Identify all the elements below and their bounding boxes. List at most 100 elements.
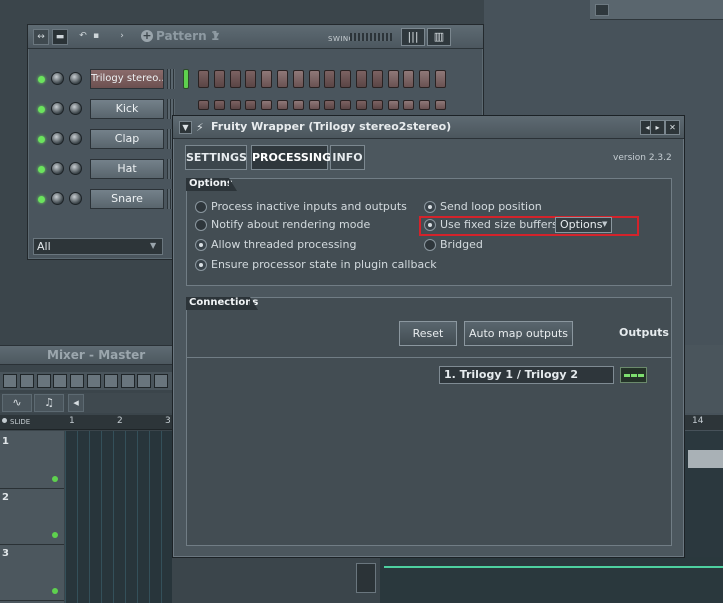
- option-radio[interactable]: [195, 219, 207, 231]
- channel-pan-knob[interactable]: [69, 192, 82, 205]
- move-icon[interactable]: ↔: [33, 29, 49, 45]
- audio-view-tab[interactable]: ♫: [34, 394, 64, 412]
- step-button[interactable]: [198, 100, 209, 110]
- channel-volume-knob[interactable]: [51, 72, 64, 85]
- option-label[interactable]: Allow threaded processing: [211, 238, 356, 251]
- step-button[interactable]: [387, 100, 399, 110]
- step-button[interactable]: [213, 100, 225, 110]
- step-button[interactable]: [277, 100, 288, 110]
- channel-pan-knob[interactable]: [69, 72, 82, 85]
- playlist-tool-icon[interactable]: [103, 374, 118, 388]
- step-button[interactable]: [435, 70, 446, 88]
- play-pattern-icon[interactable]: ›: [114, 29, 130, 45]
- playlist-tool-icon[interactable]: [87, 374, 101, 388]
- next-plugin-icon[interactable]: ▸: [650, 120, 665, 135]
- option-radio[interactable]: [195, 239, 207, 251]
- channel-volume-knob[interactable]: [51, 162, 64, 175]
- step-button[interactable]: [261, 70, 273, 88]
- step-button[interactable]: [198, 70, 209, 88]
- dialog-menu-icon[interactable]: ▼: [179, 121, 192, 134]
- step-button[interactable]: [435, 100, 446, 110]
- step-button[interactable]: [419, 100, 431, 110]
- channel-button[interactable]: Kick: [90, 99, 164, 119]
- tab-info[interactable]: INFO: [330, 145, 365, 170]
- step-button[interactable]: [292, 100, 304, 110]
- playlist-tool-icon[interactable]: [53, 374, 68, 388]
- mixer-track-icon[interactable]: [620, 367, 647, 383]
- close-icon[interactable]: ✕: [665, 120, 680, 135]
- playlist-tool-icon[interactable]: [70, 374, 85, 388]
- output-routing-field[interactable]: 1. Trilogy 1 / Trilogy 2: [439, 366, 614, 384]
- playlist-tool-icon[interactable]: [120, 374, 135, 388]
- playlist-tool-icon[interactable]: [19, 374, 34, 388]
- channel-pan-knob[interactable]: [69, 132, 82, 145]
- option-label[interactable]: Notify about rendering mode: [211, 218, 370, 231]
- channel-button[interactable]: Clap: [90, 129, 164, 149]
- step-button[interactable]: [403, 100, 415, 110]
- playlist-tool-icon[interactable]: [137, 374, 152, 388]
- step-button[interactable]: [356, 70, 367, 88]
- tab-processing[interactable]: PROCESSING: [251, 145, 331, 170]
- step-button[interactable]: [229, 100, 241, 110]
- option-label[interactable]: Send loop position: [440, 200, 542, 213]
- channel-mute-led[interactable]: [38, 76, 45, 83]
- option-label[interactable]: Process inactive inputs and outputs: [211, 200, 407, 213]
- step-button[interactable]: [277, 70, 288, 88]
- background-button[interactable]: [595, 4, 609, 16]
- channel-volume-knob[interactable]: [51, 102, 64, 115]
- graph-editor-icon[interactable]: |||: [401, 28, 425, 46]
- playlist-tool-icon[interactable]: [36, 374, 51, 388]
- channel-mute-led[interactable]: [38, 166, 45, 173]
- step-button[interactable]: [419, 70, 431, 88]
- channel-mute-led[interactable]: [38, 196, 45, 203]
- step-button[interactable]: [245, 100, 257, 110]
- step-button[interactable]: [292, 70, 304, 88]
- step-button[interactable]: [213, 70, 225, 88]
- channel-button[interactable]: Hat: [90, 159, 164, 179]
- step-button[interactable]: [340, 100, 352, 110]
- tab-settings[interactable]: SETTINGS: [185, 145, 247, 170]
- clear-icon[interactable]: ▪: [88, 29, 104, 45]
- playlist-tool-icon[interactable]: [3, 374, 17, 388]
- channel-pan-knob[interactable]: [69, 102, 82, 115]
- step-button[interactable]: [308, 100, 320, 110]
- scroll-handle[interactable]: [356, 563, 376, 593]
- channel-mute-led[interactable]: [38, 106, 45, 113]
- grid-toggle-icon[interactable]: ▬: [52, 29, 68, 45]
- option-label[interactable]: Bridged: [440, 238, 483, 251]
- playlist-tool-icon[interactable]: [154, 374, 169, 388]
- step-button[interactable]: [308, 70, 320, 88]
- channel-button[interactable]: Trilogy stereo...: [90, 69, 164, 89]
- option-radio[interactable]: [195, 201, 207, 213]
- track-mute-led[interactable]: [52, 532, 58, 538]
- step-button[interactable]: [371, 100, 383, 110]
- channel-mute-led[interactable]: [38, 136, 45, 143]
- option-label[interactable]: Ensure processor state in plugin callbac…: [211, 258, 437, 271]
- option-radio[interactable]: [424, 201, 436, 213]
- swing-slider[interactable]: [350, 33, 392, 41]
- reset-button[interactable]: Reset: [399, 321, 457, 346]
- channel-pan-knob[interactable]: [69, 162, 82, 175]
- pattern-selector[interactable]: Pattern 1: [156, 29, 219, 43]
- playlist-clip[interactable]: [688, 450, 723, 468]
- step-button[interactable]: [340, 70, 352, 88]
- track-mute-led[interactable]: [52, 588, 58, 594]
- step-button[interactable]: [371, 70, 383, 88]
- add-pattern-icon[interactable]: +: [141, 30, 153, 42]
- scroll-left-icon[interactable]: ◂: [68, 394, 84, 412]
- channel-volume-knob[interactable]: [51, 192, 64, 205]
- track-mute-led[interactable]: [52, 476, 58, 482]
- step-button[interactable]: [356, 100, 367, 110]
- channel-button[interactable]: Snare: [90, 189, 164, 209]
- step-button[interactable]: [261, 100, 273, 110]
- playlist-grid[interactable]: [65, 431, 172, 603]
- step-button[interactable]: [403, 70, 415, 88]
- channel-volume-knob[interactable]: [51, 132, 64, 145]
- auto-map-outputs-button[interactable]: Auto map outputs: [464, 321, 573, 346]
- step-button[interactable]: [324, 70, 336, 88]
- step-button[interactable]: [245, 70, 257, 88]
- slide-toggle-icon[interactable]: [2, 418, 7, 423]
- option-radio[interactable]: [195, 259, 207, 271]
- channel-filter-select[interactable]: All: [33, 238, 163, 255]
- step-button[interactable]: [324, 100, 336, 110]
